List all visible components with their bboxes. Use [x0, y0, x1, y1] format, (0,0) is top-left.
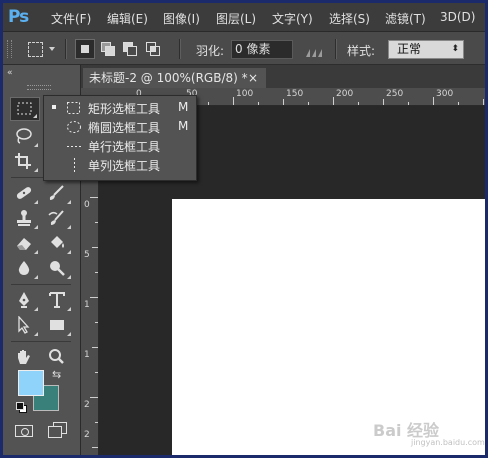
rect-marquee-icon	[17, 102, 32, 115]
marquee-tools-flyout: 矩形选框工具 M 椭圆选框工具 M 单行选框工具 单列选框工具	[43, 95, 197, 181]
arrow-select-icon	[18, 316, 30, 334]
paint-bucket-tool[interactable]	[43, 232, 73, 256]
path-selection-tool[interactable]	[10, 314, 40, 338]
flyout-item-label: 单列选框工具	[88, 159, 161, 173]
menu-3d[interactable]: 3D(D)	[440, 10, 475, 24]
menu-type[interactable]: 文字(Y)	[272, 10, 313, 27]
stamp-icon	[17, 210, 31, 226]
ruler-label: 0	[84, 200, 90, 210]
clone-stamp-tool[interactable]	[10, 207, 40, 231]
history-brush-icon	[48, 210, 64, 225]
menu-filter[interactable]: 滤镜(T)	[385, 10, 426, 27]
eraser-tool[interactable]	[10, 232, 40, 256]
flyout-item-shortcut: M	[178, 100, 189, 114]
pen-icon	[19, 292, 29, 308]
style-value: 正常	[397, 42, 422, 56]
flyout-item-rect-marquee[interactable]: 矩形选框工具 M	[44, 98, 196, 117]
tab-close-icon[interactable]: ×	[248, 68, 258, 88]
style-label: 样式:	[347, 44, 376, 58]
single-column-marquee-icon	[74, 158, 75, 172]
single-row-marquee-icon	[67, 146, 81, 147]
type-tool[interactable]	[43, 289, 73, 313]
preset-dropdown-icon[interactable]	[49, 47, 55, 51]
rectangle-icon	[50, 320, 64, 330]
brush-tool[interactable]	[43, 182, 73, 206]
menu-edit[interactable]: 编辑(E)	[107, 10, 148, 27]
ruler-label: 5	[84, 250, 90, 260]
anti-alias-icon[interactable]	[305, 43, 325, 57]
flyout-item-single-column-marquee[interactable]: 单列选框工具	[44, 155, 196, 174]
paint-bucket-icon	[51, 236, 64, 248]
dodge-tool[interactable]	[43, 257, 73, 281]
feather-label: 羽化:	[196, 44, 225, 58]
menu-layer[interactable]: 图层(L)	[216, 10, 256, 27]
bandage-icon	[16, 187, 32, 199]
ruler-label: 1	[84, 300, 90, 310]
lasso-tool[interactable]	[10, 125, 40, 149]
zoom-icon	[49, 349, 64, 364]
flyout-item-shortcut: M	[178, 119, 189, 133]
quick-mask-icon[interactable]	[15, 425, 33, 437]
hand-icon	[18, 350, 30, 364]
blur-tool[interactable]	[10, 257, 40, 281]
baidu-watermark-url: jingyan.baidu.com	[411, 438, 485, 447]
foreground-color-swatch[interactable]	[18, 370, 44, 396]
checked-indicator-icon	[52, 105, 56, 109]
default-colors-icon[interactable]	[16, 402, 27, 413]
menu-image[interactable]: 图像(I)	[163, 10, 200, 27]
dodge-icon	[50, 261, 65, 276]
crop-tool[interactable]	[10, 150, 40, 174]
flyout-item-label: 单行选框工具	[88, 140, 161, 154]
type-icon	[49, 292, 65, 308]
flyout-item-ellipse-marquee[interactable]: 椭圆选框工具 M	[44, 117, 196, 136]
panel-grip	[27, 85, 51, 90]
brush-icon	[49, 185, 64, 200]
zoom-tool[interactable]	[43, 346, 73, 370]
flyout-item-label: 椭圆选框工具	[88, 121, 161, 135]
rect-marquee-tool[interactable]	[10, 97, 40, 121]
ruler-label: 2	[84, 430, 90, 440]
ruler-label: 2	[84, 400, 90, 410]
ps-logo: Ps	[8, 7, 29, 27]
photoshop-window: Ps 文件(F) 编辑(E) 图像(I) 图层(L) 文字(Y) 选择(S) 滤…	[3, 3, 485, 455]
flyout-item-single-row-marquee[interactable]: 单行选框工具	[44, 136, 196, 155]
pen-tool[interactable]	[10, 289, 40, 313]
hand-tool[interactable]	[10, 346, 40, 370]
history-brush-tool[interactable]	[43, 207, 73, 231]
document-tab-title: 未标题-2 @ 100%(RGB/8) *	[89, 71, 248, 85]
ruler-label: 1	[84, 350, 90, 360]
feather-input[interactable]: 0 像素	[231, 40, 293, 59]
options-bar: 羽化: 0 像素 样式: 正常 ⬍	[3, 32, 485, 65]
rect-marquee-icon	[67, 102, 80, 114]
flyout-item-label: 矩形选框工具	[88, 102, 161, 116]
menu-file[interactable]: 文件(F)	[51, 10, 91, 27]
ruler-label: 200	[336, 89, 354, 99]
eraser-icon	[17, 238, 31, 250]
blur-drop-icon	[18, 261, 30, 275]
add-selection-icon[interactable]	[101, 42, 116, 57]
menu-select[interactable]: 选择(S)	[329, 10, 370, 27]
subtract-selection-icon[interactable]	[123, 42, 138, 57]
ruler-label: 100	[236, 89, 254, 99]
healing-brush-tool[interactable]	[10, 182, 40, 206]
screen-mode-icon[interactable]	[48, 422, 67, 438]
style-select[interactable]: 正常 ⬍	[388, 40, 464, 59]
options-grip	[7, 40, 12, 58]
ruler-label: 250	[386, 89, 404, 99]
document-tab[interactable]: 未标题-2 @ 100%(RGB/8) * ×	[83, 68, 266, 88]
marquee-preset-icon[interactable]	[28, 42, 43, 57]
intersect-selection-icon[interactable]	[146, 42, 161, 57]
rectangle-shape-tool[interactable]	[43, 314, 73, 338]
menu-bar: Ps 文件(F) 编辑(E) 图像(I) 图层(L) 文字(Y) 选择(S) 滤…	[3, 3, 485, 32]
ruler-label: 300	[436, 89, 454, 99]
new-selection-button[interactable]	[75, 39, 95, 59]
document-tabs: 未标题-2 @ 100%(RGB/8) * ×	[81, 65, 485, 88]
swap-colors-icon[interactable]: ⇆	[52, 368, 61, 381]
collapse-panel-icon[interactable]: «	[7, 68, 13, 78]
ellipse-marquee-icon	[67, 121, 81, 133]
lasso-icon	[16, 128, 32, 144]
crop-icon	[15, 153, 31, 169]
ruler-label: 150	[286, 89, 304, 99]
select-arrows-icon: ⬍	[451, 44, 459, 54]
